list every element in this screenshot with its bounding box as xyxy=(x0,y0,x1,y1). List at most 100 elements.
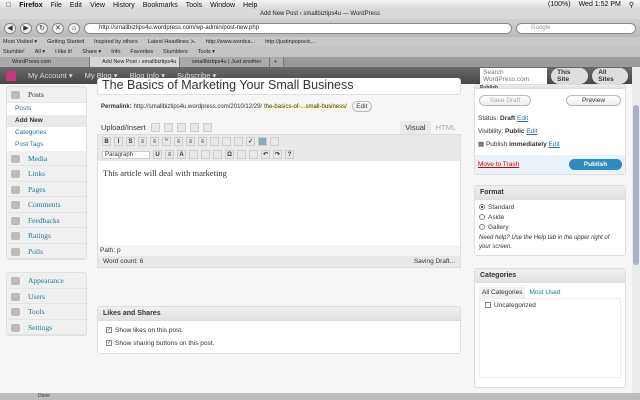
justify-icon[interactable]: ≡ xyxy=(165,150,174,159)
stumble-like[interactable]: I like it! xyxy=(55,47,72,57)
wp-search-input[interactable]: Search WordPress.com xyxy=(480,67,548,84)
stumble-info[interactable]: Info xyxy=(111,47,120,57)
show-sharing-checkbox[interactable]: ✓ xyxy=(106,340,112,347)
tab-all-categories[interactable]: All Categories xyxy=(479,287,526,298)
underline-icon[interactable]: U xyxy=(153,150,162,159)
paste-text-icon[interactable] xyxy=(189,150,198,159)
add-video-icon[interactable] xyxy=(163,123,173,132)
menu-bookmarks[interactable]: Bookmarks xyxy=(143,2,178,9)
indent-icon[interactable] xyxy=(249,150,258,159)
stumble-share[interactable]: Share ▾ xyxy=(82,47,101,57)
stumble-button[interactable]: Stumble! xyxy=(3,47,25,57)
format-aside-radio[interactable] xyxy=(479,214,485,221)
stumble-stumblers[interactable]: Stumblers xyxy=(163,47,188,57)
all-sites-button[interactable]: All Sites xyxy=(592,67,628,84)
url-bar[interactable]: http://smallbiztips4u.wordpress.com/wp-a… xyxy=(84,22,512,34)
bold-icon[interactable]: B xyxy=(102,137,111,146)
format-select[interactable]: Paragraph xyxy=(102,150,150,159)
tab-add-new-post[interactable]: Add New Post ‹ smallbiztips4u ... xyxy=(90,57,180,75)
apple-icon[interactable]:  xyxy=(6,2,11,9)
paste-word-icon[interactable] xyxy=(201,150,210,159)
save-draft-button[interactable]: Save Draft xyxy=(479,95,531,106)
permalink-slug[interactable]: the-basics-of-...small-business/ xyxy=(264,103,347,110)
sidebar-item-comments[interactable]: Comments xyxy=(7,197,86,213)
sidebar-item-links[interactable]: Links xyxy=(7,166,86,182)
home-icon[interactable]: ⌂ xyxy=(68,22,80,34)
bookmark[interactable]: Most Visited ▾ xyxy=(3,37,37,47)
my-account-menu[interactable]: My Account ▾ xyxy=(28,71,73,80)
add-media-icon[interactable] xyxy=(202,123,212,132)
menu-app[interactable]: Firefox xyxy=(19,2,42,9)
bookmark[interactable]: http://justinpopovic... xyxy=(265,37,315,47)
wp-logo-icon[interactable] xyxy=(6,70,16,81)
bookmark[interactable]: Inspired by others xyxy=(94,37,138,47)
show-likes-checkbox[interactable]: ✓ xyxy=(106,327,112,334)
menu-tools[interactable]: Tools xyxy=(186,2,202,9)
status-edit-link[interactable]: Edit xyxy=(517,115,528,122)
bullet-list-icon[interactable]: ≡ xyxy=(138,137,147,146)
fullscreen-icon[interactable] xyxy=(258,137,267,146)
more-icon[interactable] xyxy=(234,137,243,146)
submenu-add-new[interactable]: Add New xyxy=(7,114,86,127)
title-input[interactable]: The Basics of Marketing Your Small Busin… xyxy=(97,78,461,95)
preview-button[interactable]: Preview xyxy=(566,95,621,106)
sidebar-item-polls[interactable]: Polls xyxy=(7,244,86,259)
sidebar-item-posts[interactable]: Posts xyxy=(7,87,86,103)
blockquote-icon[interactable]: “ xyxy=(162,137,171,146)
align-right-icon[interactable]: ≡ xyxy=(198,137,207,146)
outdent-icon[interactable] xyxy=(237,150,246,159)
spotlight-icon[interactable]: ⚲ xyxy=(629,1,634,9)
new-tab-icon[interactable]: + xyxy=(270,57,284,67)
link-icon[interactable] xyxy=(210,137,219,146)
add-image-icon[interactable] xyxy=(150,123,160,132)
menu-history[interactable]: History xyxy=(113,2,135,9)
sidebar-item-ratings[interactable]: Ratings xyxy=(7,228,86,244)
submenu-categories[interactable]: Categories xyxy=(7,127,86,139)
italic-icon[interactable]: I xyxy=(114,137,123,146)
tab-wordpress[interactable]: WordPress.com xyxy=(0,57,90,67)
menu-file[interactable]: File xyxy=(51,2,62,9)
menu-help[interactable]: Help xyxy=(243,2,257,9)
stumble-favorites[interactable]: Favorites xyxy=(130,47,153,57)
sidebar-item-media[interactable]: Media xyxy=(7,151,86,166)
menu-view[interactable]: View xyxy=(90,2,105,9)
publish-edit-link[interactable]: Edit xyxy=(549,141,560,148)
remove-format-icon[interactable] xyxy=(213,150,222,159)
move-to-trash-link[interactable]: Move to Trash xyxy=(478,161,519,168)
uncategorized-checkbox[interactable] xyxy=(485,302,491,309)
permalink-edit-button[interactable]: Edit xyxy=(351,101,372,112)
help-icon[interactable]: ? xyxy=(285,150,294,159)
tab-smallbiztips[interactable]: smallbiztips4u | Just another W... xyxy=(180,57,270,75)
reload-icon[interactable]: ↻ xyxy=(36,22,48,34)
publish-button[interactable]: Publish xyxy=(569,159,622,170)
menu-edit[interactable]: Edit xyxy=(70,2,82,9)
stumble-all[interactable]: All ▾ xyxy=(35,47,45,57)
stop-icon[interactable]: ✕ xyxy=(52,22,64,34)
stumble-tools[interactable]: Tools ▾ xyxy=(198,47,215,57)
bookmark[interactable]: Latest Headlines ⋋ xyxy=(148,37,196,47)
format-gallery-radio[interactable] xyxy=(479,224,485,231)
strikethrough-icon[interactable]: S xyxy=(126,137,135,146)
text-color-icon[interactable]: A xyxy=(177,150,186,159)
menu-window[interactable]: Window xyxy=(210,2,235,9)
special-char-icon[interactable]: Ω xyxy=(225,150,234,159)
spellcheck-icon[interactable]: ✓ xyxy=(246,137,255,146)
bookmark[interactable]: http://www.wordca... xyxy=(206,37,255,47)
align-left-icon[interactable]: ≡ xyxy=(174,137,183,146)
redo-icon[interactable]: ↷ xyxy=(273,150,282,159)
kitchen-sink-icon[interactable] xyxy=(270,137,279,146)
tab-most-used[interactable]: Most Used xyxy=(525,287,564,298)
submenu-post-tags[interactable]: Post Tags xyxy=(7,139,86,151)
scrollbar-thumb[interactable] xyxy=(633,105,639,265)
sidebar-item-feedbacks[interactable]: Feedbacks xyxy=(7,213,86,228)
add-poll-icon[interactable] xyxy=(189,123,199,132)
sidebar-item-tools[interactable]: Tools xyxy=(7,304,86,320)
bookmark[interactable]: Getting Started xyxy=(47,37,84,47)
back-icon[interactable]: ◀ xyxy=(4,22,16,34)
numbered-list-icon[interactable]: ≡ xyxy=(150,137,159,146)
add-audio-icon[interactable] xyxy=(176,123,186,132)
forward-icon[interactable]: ▶ xyxy=(20,22,32,34)
tab-visual[interactable]: Visual xyxy=(400,121,431,134)
align-center-icon[interactable]: ≡ xyxy=(186,137,195,146)
sidebar-item-pages[interactable]: Pages xyxy=(7,182,86,197)
